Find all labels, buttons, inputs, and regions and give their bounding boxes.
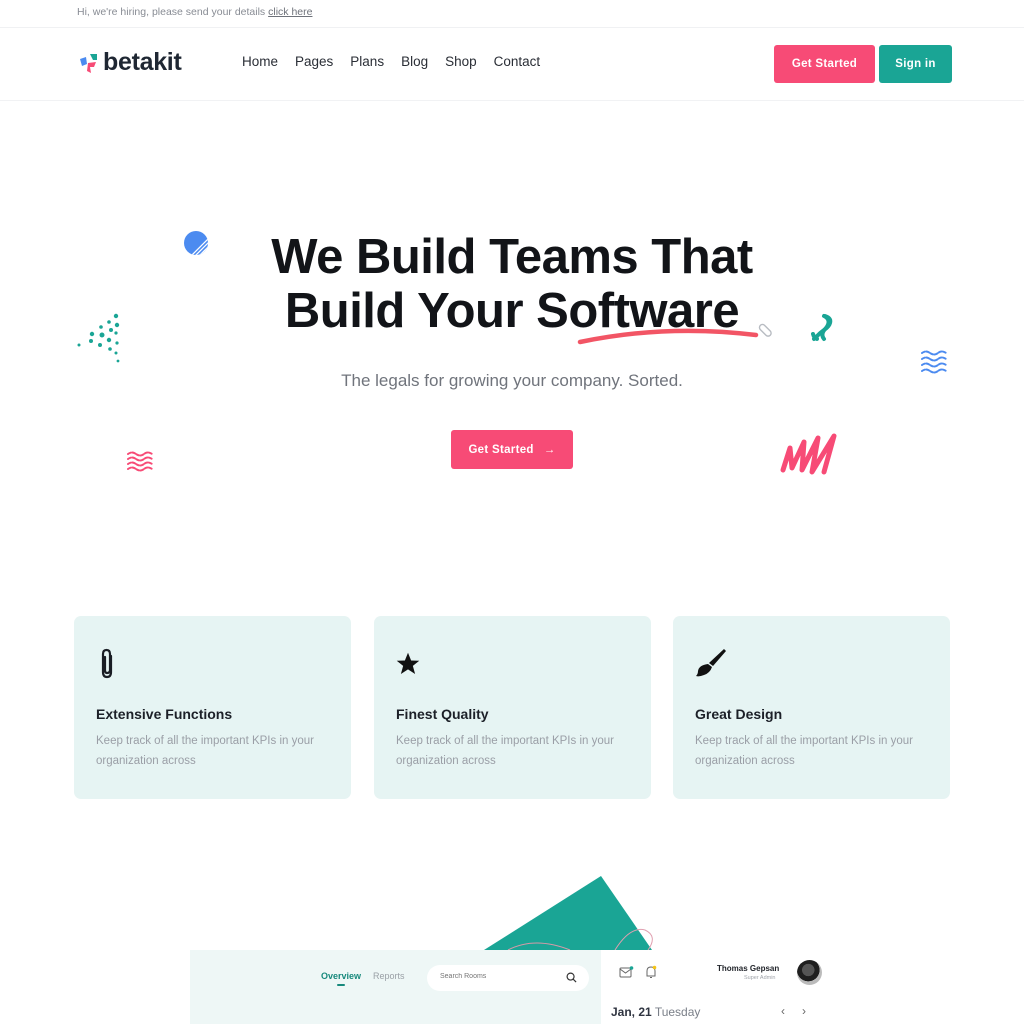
paperclip-icon — [101, 648, 113, 679]
feature-description: Keep track of all the important KPIs in … — [396, 735, 614, 767]
user-name: Thomas Gepsan — [717, 964, 780, 973]
feature-card: Finest Quality Keep track of all the imp… — [374, 616, 651, 799]
nav-plans[interactable]: Plans — [350, 54, 384, 69]
date-day: Jan, 21 — [611, 1005, 652, 1019]
hero-subtitle: The legals for growing your company. Sor… — [341, 371, 683, 390]
hero-get-started-button[interactable]: Get Started → — [451, 430, 573, 469]
search-rooms-input[interactable] — [440, 973, 560, 980]
hero-cta-label: Get Started — [468, 443, 534, 456]
nav-contact[interactable]: Contact — [494, 54, 541, 69]
active-tab-indicator — [337, 984, 345, 986]
chevron-right-icon[interactable]: › — [802, 1004, 806, 1018]
hiring-banner: Hi, we're hiring, please send your detai… — [0, 0, 1024, 28]
tab-overview[interactable]: Overview — [321, 971, 361, 981]
avatar[interactable] — [797, 960, 822, 985]
nav-blog[interactable]: Blog — [401, 54, 428, 69]
date-weekday: Tuesday — [654, 1005, 701, 1019]
paintbrush-icon — [696, 649, 726, 677]
pink-waves-icon — [127, 451, 153, 472]
tab-reports[interactable]: Reports — [373, 971, 405, 981]
hero-title-line1: We Build Teams That — [271, 230, 753, 284]
pink-scribble-icon — [780, 433, 837, 475]
date-label: Jan, 21 Tuesday — [611, 1005, 700, 1019]
feature-title: Finest Quality — [396, 706, 489, 722]
feature-description: Keep track of all the important KPIs in … — [96, 735, 314, 767]
chevron-left-icon[interactable]: ‹ — [781, 1004, 785, 1018]
dashboard-side-panel: Thomas Gepsan Super Admin Jan, 21 Tuesda… — [601, 950, 830, 1024]
sign-in-button[interactable]: Sign in — [879, 45, 952, 83]
dashboard-main-panel: Overview Reports — [190, 950, 601, 1024]
nav-pages[interactable]: Pages — [295, 54, 333, 69]
teal-triangle-shape — [484, 876, 653, 951]
logo-mark-icon — [80, 53, 97, 73]
star-icon — [396, 652, 420, 674]
feature-title: Great Design — [695, 706, 783, 722]
nav-home[interactable]: Home — [242, 54, 278, 69]
logo[interactable]: betakit — [77, 48, 182, 77]
search-icon[interactable] — [566, 972, 577, 983]
dashboard-preview: Overview Reports Thomas Gepsan Super Adm… — [190, 950, 830, 1024]
main-nav: Home Pages Plans Blog Shop Contact — [242, 54, 557, 69]
navbar: betakit Home Pages Plans Blog Shop Conta… — [0, 28, 1024, 101]
get-started-button[interactable]: Get Started — [774, 45, 875, 83]
bell-icon[interactable] — [645, 965, 657, 979]
feature-title: Extensive Functions — [96, 706, 233, 722]
feature-card: Great Design Keep track of all the impor… — [673, 616, 950, 799]
logo-text: betakit — [103, 48, 182, 76]
arrow-right-icon: → — [543, 443, 556, 456]
hero-title: We Build Teams That Build Your Software — [0, 230, 1024, 338]
user-role: Super Admin — [744, 975, 776, 981]
mail-icon[interactable] — [619, 966, 634, 978]
feature-card: Extensive Functions Keep track of all th… — [74, 616, 351, 799]
click-here-link[interactable]: click here — [268, 6, 312, 18]
underline-stroke-icon — [577, 323, 772, 345]
nav-shop[interactable]: Shop — [445, 54, 477, 69]
hiring-message: Hi, we're hiring, please send your detai… — [77, 6, 266, 18]
search-box — [427, 965, 589, 991]
hiring-text: Hi, we're hiring, please send your detai… — [77, 6, 312, 18]
hero-title-line2: Build Your — [284, 284, 537, 338]
feature-description: Keep track of all the important KPIs in … — [695, 735, 913, 767]
